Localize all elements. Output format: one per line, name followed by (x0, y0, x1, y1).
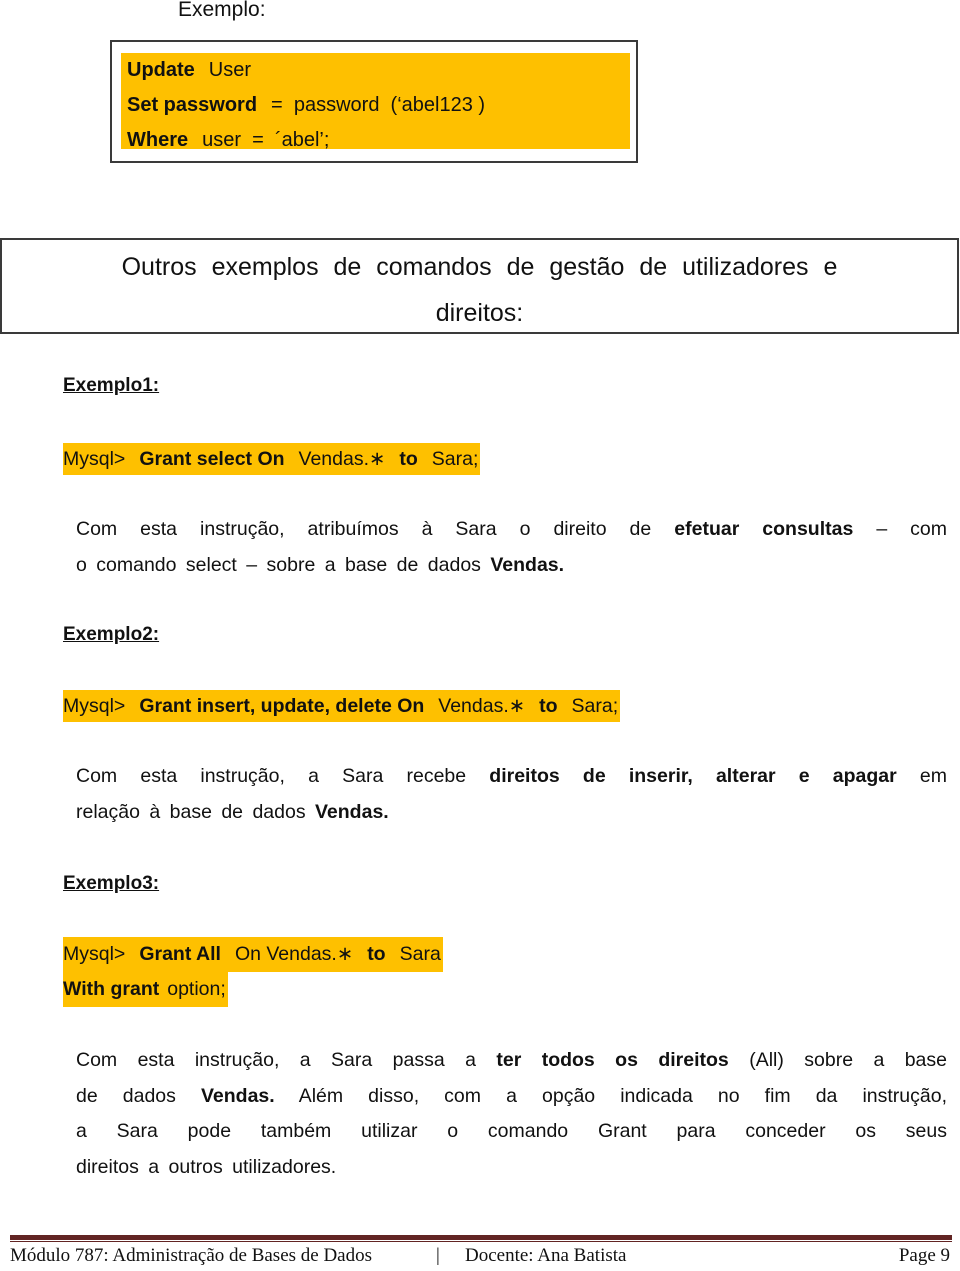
command-keyword: to (539, 695, 558, 717)
command-target: On Vendas.∗ (234, 943, 354, 965)
example-2-command: Mysql> Grant insert, update, delete On Ven… (63, 689, 621, 724)
text: o comando select – sobre a base de dados (76, 553, 481, 576)
example-3-description: Com esta instrução, a Sara passa a ter t… (76, 1043, 947, 1185)
code-text: = password (‘abel123 ) (271, 94, 486, 116)
command-user: Sara; (571, 695, 619, 717)
section-title-box: Outros exemplos de comandos de gestão de… (0, 238, 959, 334)
command-user: Sara (399, 943, 441, 965)
text: Com esta instrução, a Sara recebe (76, 765, 467, 787)
footer-module: Módulo 787: Administração de Bases de Da… (10, 1245, 373, 1266)
section-title-line: Outros exemplos de comandos de gestão de… (121, 253, 838, 281)
text: de dados (76, 1084, 176, 1107)
example-2-heading: Exemplo2: (63, 624, 160, 645)
command-keyword: Grant All (139, 943, 221, 965)
code-text: user = ´abel’; (202, 129, 330, 151)
footer-rule-thin (10, 1241, 952, 1242)
bold-text: Vendas. (200, 1084, 275, 1107)
footer-rule (10, 1235, 952, 1240)
text: a Sara pode também utilizar o comando Gr… (76, 1120, 947, 1142)
code-line: Where user = ´abel’; (127, 123, 630, 158)
command-keyword: With grant (63, 978, 160, 1000)
example-1-heading: Exemplo1: (63, 375, 160, 396)
mysql-prompt: Mysql> (63, 943, 126, 965)
bold-text: direitos de inserir, alterar e apagar (489, 765, 897, 787)
bold-text: Vendas. (315, 800, 389, 823)
command-option: option; (167, 978, 226, 1000)
text: Além disso, com a opção indicada no fim … (298, 1084, 948, 1107)
code-keyword: Where (127, 129, 189, 151)
command-keyword: to (399, 448, 418, 470)
code-keyword: Update (127, 59, 195, 81)
bold-text: ter todos os direitos (496, 1049, 729, 1071)
code-keyword: Set password (127, 94, 258, 116)
text: Com esta instrução, a Sara passa a (76, 1049, 476, 1071)
command-target: Vendas.∗ (438, 695, 526, 717)
text: relação à base de dados (76, 800, 306, 823)
bold-text: efetuar consultas (674, 518, 854, 540)
footer-separator: | (436, 1245, 440, 1266)
mysql-prompt: Mysql> (63, 695, 126, 717)
text: – com (876, 518, 947, 540)
command-target: Vendas.∗ (298, 448, 386, 470)
code-text: User (208, 59, 252, 81)
command-user: Sara; (431, 448, 479, 470)
page-footer: Módulo 787: Administração de Bases de Da… (10, 1245, 952, 1271)
example-3-command: Mysql> Grant All On Vendas.∗ to Sara With gr… (63, 937, 443, 1007)
example-3-heading: Exemplo3: (63, 873, 160, 894)
footer-teacher: Docente: Ana Batista (465, 1245, 627, 1266)
code-line: Update User (127, 53, 630, 88)
code-block-box: Update User Set password = password (‘abel… (110, 40, 638, 163)
bold-text: Vendas. (490, 553, 565, 576)
example-2-description: Com esta instrução, a Sara recebe direit… (76, 759, 947, 830)
footer-page-number: Page 9 (898, 1245, 950, 1266)
text: direitos a outros utilizadores. (76, 1155, 337, 1178)
mysql-prompt: Mysql> (63, 448, 126, 470)
text: (All) sobre a base (749, 1049, 947, 1071)
example-1-description: Com esta instrução, atribuímos à Sara o … (76, 512, 947, 583)
example-label: Exemplo: (178, 0, 266, 21)
text: em (919, 765, 948, 787)
code-line: Set password = password (‘abel123 ) (127, 88, 630, 123)
section-title-line: direitos: (435, 299, 524, 327)
command-keyword: Grant select On (139, 448, 285, 470)
command-keyword: Grant insert, update, delete On (139, 695, 425, 717)
command-keyword: to (367, 943, 386, 965)
example-1-command: Mysql> Grant select On Vendas.∗ to Sara; (63, 442, 481, 477)
code-block: Update User Set password = password (‘abel… (121, 53, 630, 151)
text: Com esta instrução, atribuímos à Sara o … (76, 518, 652, 540)
